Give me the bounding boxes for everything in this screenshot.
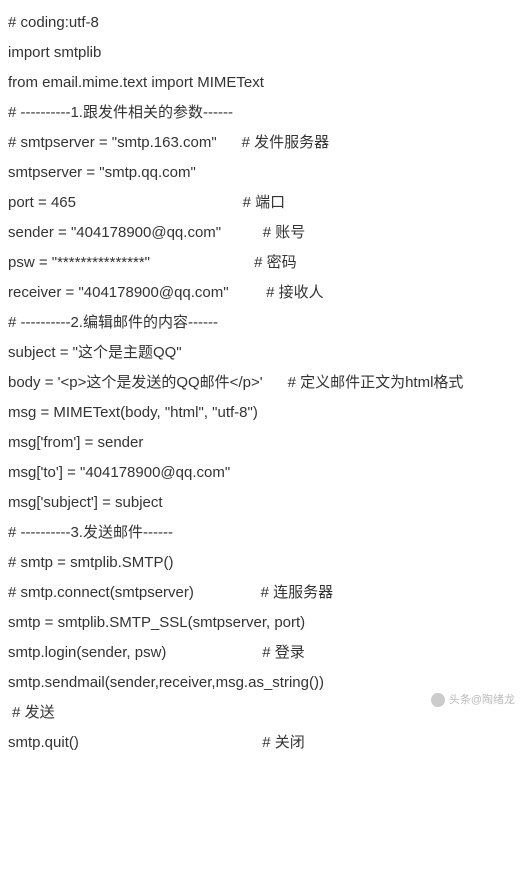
watermark-text: 头条@陶绪龙 — [449, 689, 515, 711]
watermark-icon — [431, 693, 445, 707]
code-line: import smtplib — [8, 38, 519, 68]
code-line: # ----------2.编辑邮件的内容------ — [8, 308, 519, 338]
code-line: receiver = "404178900@qq.com" # 接收人 — [8, 278, 519, 308]
code-line: sender = "404178900@qq.com" # 账号 — [8, 218, 519, 248]
code-line: # smtpserver = "smtp.163.com" # 发件服务器 — [8, 128, 519, 158]
code-line: psw = "***************" # 密码 — [8, 248, 519, 278]
code-line: smtp.login(sender, psw) # 登录 — [8, 638, 519, 668]
code-line: msg = MIMEText(body, "html", "utf-8") — [8, 398, 519, 428]
code-line: # ----------3.发送邮件------ — [8, 518, 519, 548]
code-line: # coding:utf-8 — [8, 8, 519, 38]
code-line: smtp = smtplib.SMTP_SSL(smtpserver, port… — [8, 608, 519, 638]
code-line: from email.mime.text import MIMEText — [8, 68, 519, 98]
code-line: # smtp = smtplib.SMTP() — [8, 548, 519, 578]
code-block: # coding:utf-8 import smtplib from email… — [8, 8, 519, 758]
code-line: # ----------1.跟发件相关的参数------ — [8, 98, 519, 128]
code-line: # smtp.connect(smtpserver) # 连服务器 — [8, 578, 519, 608]
code-line: smtp.quit() # 关闭 — [8, 728, 519, 758]
code-line: subject = "这个是主题QQ" — [8, 338, 519, 368]
code-line: port = 465 # 端口 — [8, 188, 519, 218]
code-line: msg['subject'] = subject — [8, 488, 519, 518]
code-line: msg['from'] = sender — [8, 428, 519, 458]
watermark: 头条@陶绪龙 — [431, 689, 515, 711]
code-line: smtpserver = "smtp.qq.com" — [8, 158, 519, 188]
code-line: body = '<p>这个是发送的QQ邮件</p>' # 定义邮件正文为html… — [8, 368, 519, 398]
code-line: msg['to'] = "404178900@qq.com" — [8, 458, 519, 488]
